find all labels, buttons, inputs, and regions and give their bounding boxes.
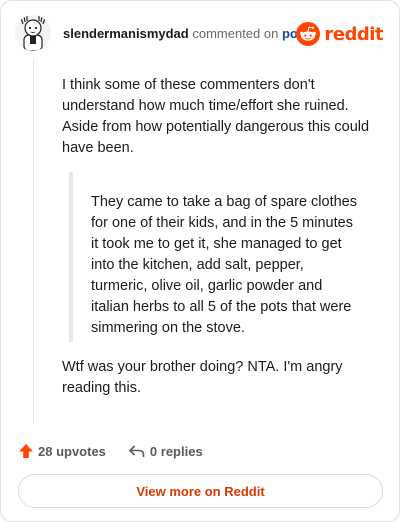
- user-avatar-icon[interactable]: [15, 15, 51, 51]
- comment-embed-card: slendermanismydad commented on post redd…: [0, 0, 400, 522]
- comment-paragraph-2: Wtf was your brother doing? NTA. I'm ang…: [62, 359, 343, 396]
- comment-actions: 28 upvotes 0 replies: [18, 441, 203, 461]
- comment-paragraph-1: I think some of these commenters don't u…: [62, 77, 370, 156]
- comment-byline: slendermanismydad commented on post: [63, 26, 309, 41]
- replies-button[interactable]: 0 replies: [128, 443, 203, 459]
- thread-line: [33, 59, 34, 424]
- reddit-logo[interactable]: reddit: [296, 21, 383, 47]
- upvote-arrow-icon: [19, 444, 33, 458]
- reply-count: 0 replies: [149, 443, 203, 459]
- comment-header: slendermanismydad commented on post redd…: [15, 15, 385, 51]
- reply-icon: [129, 445, 145, 457]
- commented-on-label: commented on: [192, 26, 279, 41]
- blockquote-bar: [69, 172, 73, 342]
- reddit-logo-icon: [296, 22, 321, 46]
- upvote-count: 28 upvotes: [38, 443, 106, 459]
- reddit-wordmark: reddit: [324, 23, 383, 45]
- view-more-on-reddit-button[interactable]: View more on Reddit: [18, 474, 383, 508]
- upvote-button[interactable]: 28 upvotes: [18, 443, 106, 459]
- username-link[interactable]: slendermanismydad: [63, 26, 189, 41]
- blockquote-text: They came to take a bag of spare clothes…: [91, 194, 357, 336]
